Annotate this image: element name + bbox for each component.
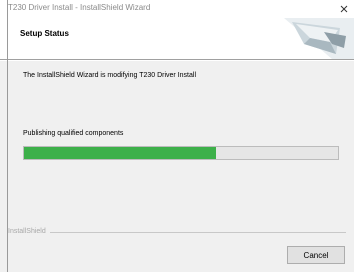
window-title: T230 Driver Install - InstallShield Wiza… [8,3,151,12]
title-bar: T230 Driver Install - InstallShield Wiza… [0,0,354,18]
progress-bar [23,146,339,160]
progress-fill [24,147,216,159]
progress-label: Publishing qualified components [23,130,124,137]
cancel-button[interactable]: Cancel [287,246,345,264]
header-divider-highlight [0,60,354,61]
close-icon [340,5,348,13]
wizard-header: Setup Status [0,18,354,59]
status-message: The InstallShield Wizard is modifying T2… [23,72,196,79]
installshield-wizard-window: T230 Driver Install - InstallShield Wiza… [0,0,354,272]
brand-divider [8,232,346,233]
installshield-brand-label: InstallShield [8,228,50,235]
installshield-banner-icon [284,18,354,59]
page-title: Setup Status [20,29,69,38]
close-button[interactable] [334,0,354,18]
